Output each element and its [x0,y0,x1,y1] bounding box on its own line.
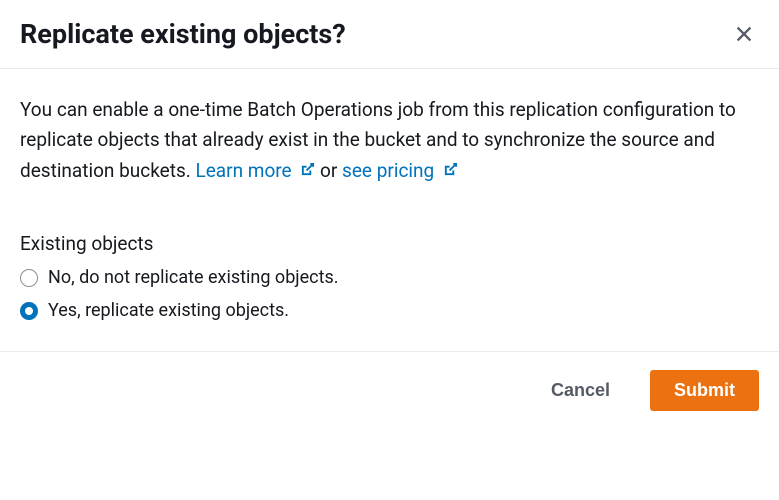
external-link-icon [443,156,458,186]
description-text: You can enable a one-time Batch Operatio… [20,95,759,186]
radio-indicator [20,269,38,287]
existing-objects-label: Existing objects [20,232,759,255]
radio-option-no[interactable]: No, do not replicate existing objects. [20,267,759,288]
radio-label: Yes, replicate existing objects. [48,300,289,321]
description-part2: or [315,159,342,182]
modal-body: You can enable a one-time Batch Operatio… [0,69,779,351]
modal-title: Replicate existing objects? [20,18,346,50]
see-pricing-link[interactable]: see pricing [342,159,458,182]
external-link-icon [300,156,315,186]
cancel-button[interactable]: Cancel [527,370,634,411]
radio-option-yes[interactable]: Yes, replicate existing objects. [20,300,759,321]
modal-footer: Cancel Submit [0,351,779,429]
existing-objects-radio-group: No, do not replicate existing objects. Y… [20,267,759,321]
modal-header: Replicate existing objects? [0,0,779,69]
replicate-objects-modal: Replicate existing objects? You can enab… [0,0,779,429]
close-icon[interactable] [733,23,755,45]
learn-more-link[interactable]: Learn more [196,159,316,182]
radio-label: No, do not replicate existing objects. [48,267,339,288]
radio-indicator [20,302,38,320]
submit-button[interactable]: Submit [650,370,759,411]
